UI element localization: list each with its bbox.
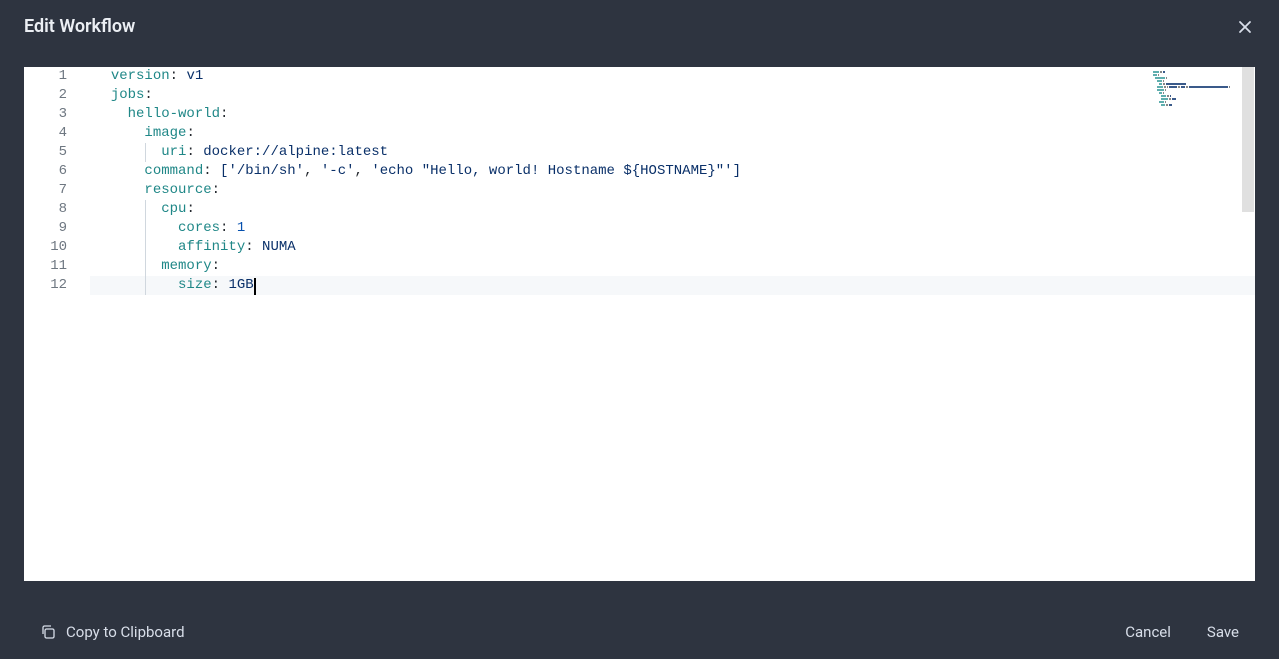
cursor	[254, 278, 256, 295]
line-number: 8	[24, 200, 89, 219]
line-number: 12	[24, 276, 89, 295]
line-number: 4	[24, 124, 89, 143]
line-number-gutter: 123456789101112	[24, 67, 90, 581]
save-button[interactable]: Save	[1207, 623, 1239, 641]
code-line[interactable]: image:	[90, 124, 1255, 143]
copy-to-clipboard-button[interactable]: Copy to Clipboard	[40, 623, 185, 641]
close-icon	[1237, 19, 1253, 35]
code-line[interactable]: cores: 1	[90, 219, 1255, 238]
modal-footer: Copy to Clipboard Cancel Save	[0, 605, 1279, 659]
code-editor[interactable]: 123456789101112 version: v1 jobs: hello-…	[24, 67, 1255, 581]
line-number: 11	[24, 257, 89, 276]
code-area[interactable]: version: v1 jobs: hello-world: image: ur…	[90, 67, 1255, 581]
scrollbar[interactable]	[1242, 67, 1254, 212]
line-number: 1	[24, 67, 89, 86]
copy-icon	[40, 624, 56, 640]
line-number: 10	[24, 238, 89, 257]
code-line[interactable]: version: v1	[90, 67, 1255, 86]
code-line[interactable]: jobs:	[90, 86, 1255, 105]
line-number: 2	[24, 86, 89, 105]
code-line[interactable]: command: ['/bin/sh', '-c', 'echo "Hello,…	[90, 162, 1255, 181]
line-number: 3	[24, 105, 89, 124]
modal-header: Edit Workflow	[0, 0, 1279, 53]
copy-label: Copy to Clipboard	[66, 623, 185, 641]
line-number: 6	[24, 162, 89, 181]
cancel-button[interactable]: Cancel	[1125, 623, 1171, 641]
line-number: 7	[24, 181, 89, 200]
code-line[interactable]: cpu:	[90, 200, 1255, 219]
code-line[interactable]: hello-world:	[90, 105, 1255, 124]
code-line[interactable]: uri: docker://alpine:latest	[90, 143, 1255, 162]
close-button[interactable]	[1235, 17, 1255, 37]
code-line[interactable]: memory:	[90, 257, 1255, 276]
code-line[interactable]: affinity: NUMA	[90, 238, 1255, 257]
line-number: 5	[24, 143, 89, 162]
code-line[interactable]: resource:	[90, 181, 1255, 200]
line-number: 9	[24, 219, 89, 238]
modal-title: Edit Workflow	[24, 16, 135, 37]
code-line[interactable]: size: 1GB	[90, 276, 1255, 295]
